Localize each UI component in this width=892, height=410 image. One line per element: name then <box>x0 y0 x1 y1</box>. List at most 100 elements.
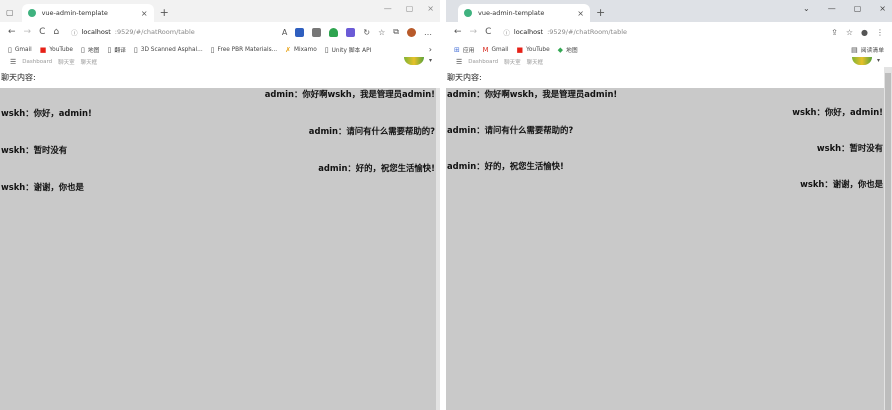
chat-message: wskh：你好，admin! <box>1 107 92 118</box>
maximize-icon[interactable]: ▢ <box>406 4 414 13</box>
more-icon[interactable]: … <box>424 28 432 37</box>
bookmark-maps[interactable]: ▯ 地图 <box>80 45 99 55</box>
chat-message: admin：你好啊wskh，我是管理员admin! <box>264 89 435 99</box>
close-tab-icon[interactable]: × <box>577 9 584 18</box>
page-icon: ▯ <box>80 45 85 54</box>
breadcrumb-dashboard[interactable]: Dashboard <box>22 59 52 65</box>
address-bar[interactable]: ⓘ localhost:9529/#/chatRoom/table <box>499 25 823 39</box>
address-bar[interactable]: ⓘ localhost:9529/#/chatRoom/table <box>67 25 274 39</box>
bookmark-translate[interactable]: ▯ 翻译 <box>107 45 125 55</box>
close-window-icon[interactable]: × <box>879 4 886 13</box>
chat-message-area: admin：你好啊wskh，我是管理员admin! wskh：你好，admin!… <box>0 88 436 410</box>
extension-purple-icon[interactable] <box>346 27 356 37</box>
bookmark-3d-asphalt[interactable]: ▯ 3D Scanned Asphal... <box>134 46 203 54</box>
share-icon[interactable]: ⇪ <box>831 28 838 37</box>
bookmark-free-pbr[interactable]: ▯ Free PBR Materials... <box>211 46 277 54</box>
page-content: ☰ Dashboard 聊天室 聊天框 ▾ 聊天内容: admin：你好啊wsk… <box>446 57 892 410</box>
tab-actions-icon[interactable]: ▢ <box>6 4 14 22</box>
home-icon[interactable]: ⌂ <box>53 27 59 37</box>
minimize-icon[interactable]: — <box>384 4 392 13</box>
caret-down-icon[interactable]: ▾ <box>877 57 880 64</box>
bookmark-youtube[interactable]: ■ YouTube <box>516 46 549 54</box>
bookmark-maps[interactable]: ◆ 地图 <box>557 45 578 55</box>
tab-vue-admin[interactable]: vue-admin-template × <box>458 4 590 22</box>
extension-shield-icon[interactable] <box>329 27 339 37</box>
close-window-icon[interactable]: × <box>427 4 434 13</box>
collections-icon[interactable]: ⧉ <box>393 27 399 37</box>
hamburger-icon[interactable]: ☰ <box>10 58 16 66</box>
breadcrumb-dashboard[interactable]: Dashboard <box>468 59 498 65</box>
chat-message: admin：好的，祝您生活愉快! <box>318 163 435 173</box>
tab-vue-admin[interactable]: vue-admin-template × <box>21 4 154 22</box>
breadcrumb-chatbox: 聊天框 <box>80 60 98 66</box>
new-tab-button[interactable]: + <box>160 4 169 22</box>
user-avatar[interactable] <box>852 57 872 65</box>
tab-bar: vue-admin-template × + ⌄ — ▢ × <box>446 0 892 22</box>
maximize-icon[interactable]: ▢ <box>854 4 862 13</box>
profile-icon[interactable]: ● <box>861 28 868 37</box>
bookmark-gmail[interactable]: ▯ Gmail <box>8 46 32 54</box>
apps-grid-icon: ⊞ <box>454 45 460 54</box>
maps-icon: ◆ <box>557 45 564 54</box>
app-navbar: ☰ Dashboard 聊天室 聊天框 ▾ <box>446 57 892 67</box>
tab-bar: ▢ vue-admin-template × + — ▢ × <box>0 0 440 22</box>
youtube-icon: ■ <box>516 45 524 54</box>
bookmarks-bar: ▯ Gmail ■ YouTube ▯ 地图 ▯ 翻译 ▯ 3D Scanned Asph… <box>0 42 440 57</box>
bookmark-star-icon[interactable]: ☆ <box>846 28 853 37</box>
refresh-ext-icon[interactable]: ↻ <box>363 28 370 37</box>
reading-list-icon: ▤ <box>851 45 858 54</box>
vue-favicon-icon <box>464 9 472 17</box>
back-icon[interactable]: ← <box>454 27 462 37</box>
vertical-scrollbar[interactable] <box>884 67 892 410</box>
menu-icon[interactable]: ⋮ <box>876 28 884 37</box>
read-aloud-icon[interactable]: A <box>282 28 287 37</box>
page-icon: ▯ <box>210 45 215 54</box>
chat-content-label: 聊天内容: <box>0 67 440 88</box>
site-info-icon[interactable]: ⓘ <box>503 27 510 37</box>
back-icon[interactable]: ← <box>8 27 16 37</box>
page-icon: ▯ <box>8 45 12 54</box>
bookmarks-bar: ⊞ 应用 M Gmail ■ YouTube ◆ 地图 ▤ 阅读清单 <box>446 42 892 57</box>
youtube-icon: ■ <box>39 45 47 54</box>
breadcrumb-chatbox: 聊天框 <box>526 60 544 66</box>
browser-toolbar: ← → C ⌂ ⓘ localhost:9529/#/chatRoom/tabl… <box>0 22 440 42</box>
extension-grey-icon[interactable] <box>312 27 322 37</box>
user-avatar[interactable] <box>404 57 424 65</box>
bookmark-apps[interactable]: ⊞ 应用 <box>454 45 474 55</box>
chat-message: admin：好的，祝您生活愉快! <box>447 161 564 171</box>
forward-icon[interactable]: → <box>470 27 478 37</box>
extension-blue-icon[interactable] <box>295 27 305 37</box>
forward-icon[interactable]: → <box>24 27 32 37</box>
breadcrumb-chatroom[interactable]: 聊天室 <box>504 58 521 66</box>
close-tab-icon[interactable]: × <box>141 9 148 18</box>
bookmark-mixamo[interactable]: ✗ Mixamo <box>285 46 317 54</box>
chat-message: admin：请问有什么需要帮助的? <box>447 125 574 135</box>
bookmark-youtube[interactable]: ■ YouTube <box>40 46 73 54</box>
window-controls: ⌄ — ▢ × <box>803 4 886 13</box>
profile-avatar-icon[interactable] <box>407 27 416 37</box>
breadcrumb-chatroom[interactable]: 聊天室 <box>58 58 75 66</box>
new-tab-button[interactable]: + <box>596 4 605 22</box>
chat-message: wskh：谢谢，你也是 <box>1 181 84 192</box>
bookmark-unity-api[interactable]: ▯ Unity 脚本 API <box>325 45 372 55</box>
reload-icon[interactable]: C <box>485 27 491 37</box>
chevron-right-icon[interactable]: › <box>429 45 432 54</box>
reload-icon[interactable]: C <box>39 27 45 37</box>
reading-list-button[interactable]: ▤ 阅读清单 <box>851 45 884 55</box>
bookmark-gmail[interactable]: M Gmail <box>482 46 508 54</box>
scrollbar-thumb[interactable] <box>885 73 891 410</box>
browser-toolbar: ← → C ⓘ localhost:9529/#/chatRoom/table … <box>446 22 892 42</box>
chat-message: wskh：暂时没有 <box>1 144 68 155</box>
tab-search-icon[interactable]: ⌄ <box>803 4 810 13</box>
chat-content-label: 聊天内容: <box>446 67 892 88</box>
caret-down-icon[interactable]: ▾ <box>429 57 432 64</box>
minimize-icon[interactable]: — <box>828 4 836 13</box>
chat-message: wskh：暂时没有 <box>816 143 883 153</box>
chat-message: wskh：谢谢，你也是 <box>800 179 883 189</box>
hamburger-icon[interactable]: ☰ <box>456 58 462 66</box>
chat-message-area: admin：你好啊wskh，我是管理员admin! wskh：你好，admin!… <box>446 88 884 410</box>
favorites-icon[interactable]: ☆ <box>378 28 385 37</box>
window-controls: — ▢ × <box>384 4 434 13</box>
chat-message: admin：你好啊wskh，我是管理员admin! <box>447 89 618 99</box>
site-info-icon[interactable]: ⓘ <box>71 27 78 37</box>
